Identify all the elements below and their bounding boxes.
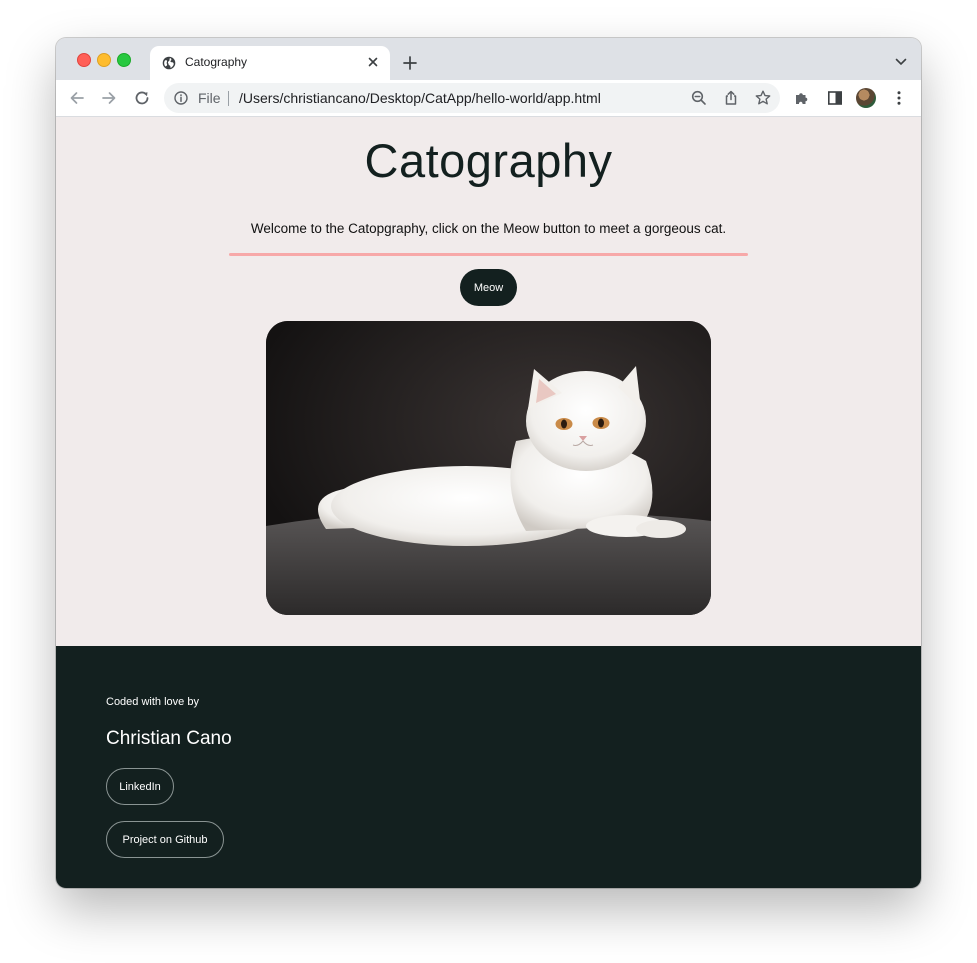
address-divider — [228, 91, 229, 106]
forward-icon[interactable] — [100, 89, 118, 107]
address-bar[interactable]: File /Users/christiancano/Desktop/CatApp… — [164, 83, 780, 113]
github-project-button[interactable]: Project on Github — [106, 821, 224, 858]
url-text[interactable]: /Users/christiancano/Desktop/CatApp/hell… — [239, 90, 601, 106]
welcome-text: Welcome to the Catopgraphy, click on the… — [250, 221, 727, 236]
tab-catography[interactable]: Catography — [150, 46, 390, 80]
file-scheme-label: File — [198, 90, 221, 106]
extensions-icon[interactable] — [793, 89, 811, 107]
chevron-down-icon[interactable] — [895, 57, 907, 67]
bookmark-star-icon[interactable] — [754, 89, 772, 107]
minimize-window-button[interactable] — [97, 53, 111, 67]
zoom-window-button[interactable] — [117, 53, 131, 67]
footer: Coded with love by Christian Cano Linked… — [56, 646, 921, 888]
close-window-button[interactable] — [77, 53, 91, 67]
avatar[interactable] — [856, 88, 876, 108]
browser-toolbar: File /Users/christiancano/Desktop/CatApp… — [56, 80, 921, 117]
globe-icon — [162, 56, 176, 70]
accent-divider — [229, 253, 748, 256]
info-icon[interactable] — [174, 91, 188, 105]
side-panel-icon[interactable] — [826, 89, 844, 107]
cat-illustration — [266, 321, 711, 615]
tab-strip: Catography — [56, 38, 921, 80]
reload-icon[interactable] — [133, 89, 151, 107]
meow-button[interactable]: Meow — [460, 269, 517, 306]
back-icon[interactable] — [68, 89, 86, 107]
close-icon[interactable] — [366, 55, 380, 69]
browser-window: Catography File /Users/christiancano/Des… — [56, 38, 921, 888]
page-title: Catography — [364, 134, 613, 187]
menu-icon[interactable] — [890, 89, 908, 107]
zoom-out-icon[interactable] — [690, 89, 708, 107]
share-icon[interactable] — [722, 89, 740, 107]
coded-with-love-text: Coded with love by — [106, 696, 199, 708]
new-tab-plus-icon[interactable] — [402, 55, 418, 71]
tab-title: Catography — [185, 55, 248, 69]
author-name: Christian Cano — [106, 728, 232, 749]
cat-photo — [266, 321, 711, 615]
linkedin-button[interactable]: LinkedIn — [106, 768, 174, 805]
page-content: Catography Welcome to the Catopgraphy, c… — [56, 117, 921, 888]
